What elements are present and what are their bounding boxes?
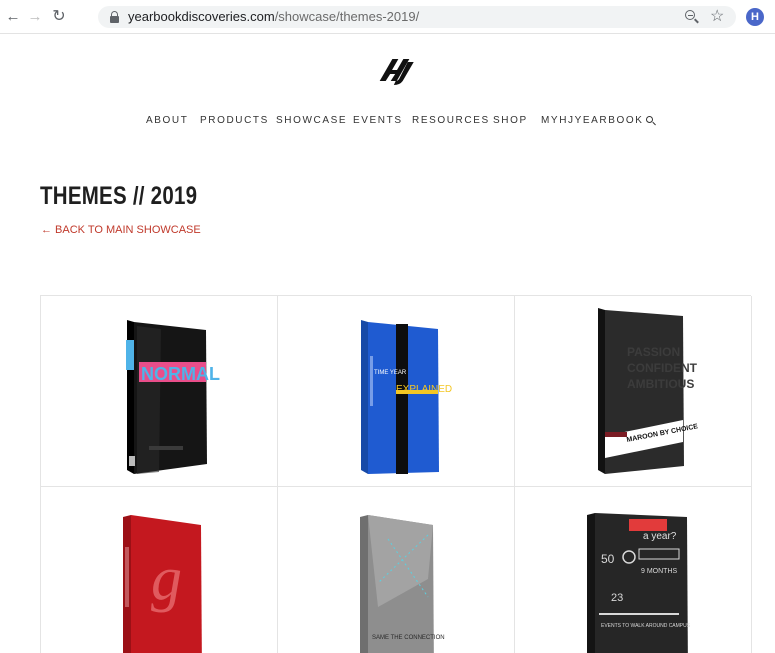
svg-text:50: 50 [601, 552, 615, 566]
svg-text:PASSION: PASSION [627, 345, 680, 359]
yearbook-grid: NORMAL TIME YEAR EXPLAINED PASSION CONFI… [40, 295, 752, 653]
yearbook-cover-maroon: PASSION CONFIDENT AMBITIOUS MAROON BY CH… [598, 308, 699, 474]
back-to-showcase-link[interactable]: ← BACK TO MAIN SHOWCASE [41, 223, 201, 237]
yearbook-cover-red: g [123, 515, 202, 653]
svg-text:9 MONTHS: 9 MONTHS [641, 568, 678, 575]
lock-icon [110, 11, 119, 23]
yearbook-cover-normal: NORMAL [126, 320, 220, 474]
nav-shop[interactable]: SHOP [493, 114, 528, 128]
yearbook-card-1[interactable]: NORMAL [41, 296, 278, 487]
yearbook-cover-grey: SAME THE CONNECTION [360, 515, 445, 653]
zoom-out-icon[interactable] [684, 9, 700, 25]
nav-showcase[interactable]: SHOWCASE [276, 114, 347, 128]
back-arrow-icon[interactable]: ← [4, 8, 22, 26]
cover-title-text: SAME THE CONNECTION [372, 635, 445, 641]
nav-myhjyearbook[interactable]: MYHJYEARBOOK [541, 114, 644, 128]
nav-events[interactable]: EVENTS [353, 114, 403, 128]
bookmark-star-icon[interactable]: ☆ [710, 7, 724, 27]
nav-resources[interactable]: RESOURCES [412, 114, 490, 128]
cover-title-text: a year? [643, 531, 677, 542]
yearbook-cover-infographic: a year? 50 9 MONTHS 23 EVENTS TO WALK AR… [587, 513, 691, 653]
yearbook-card-2[interactable]: TIME YEAR EXPLAINED [278, 296, 515, 487]
profile-avatar[interactable]: H [746, 8, 764, 26]
site-logo[interactable] [378, 56, 414, 86]
main-navigation: ABOUT PRODUCTS SHOWCASE EVENTS RESOURCES… [0, 114, 775, 128]
nav-products[interactable]: PRODUCTS [200, 114, 269, 128]
cover-title-text: g [151, 545, 182, 613]
url-text: yearbookdiscoveries.com/showcase/themes-… [128, 9, 420, 24]
yearbook-card-5[interactable]: SAME THE CONNECTION [278, 487, 515, 653]
yearbook-card-6[interactable]: a year? 50 9 MONTHS 23 EVENTS TO WALK AR… [515, 487, 752, 653]
cover-title-text: NORMAL [141, 364, 220, 384]
cover-title-text: EXPLAINED [396, 384, 452, 395]
forward-arrow-icon[interactable]: → [26, 8, 44, 26]
reload-icon[interactable]: ↻ [50, 8, 68, 26]
nav-about[interactable]: ABOUT [146, 114, 188, 128]
svg-text:23: 23 [611, 592, 623, 604]
yearbook-cover-explained: TIME YEAR EXPLAINED [361, 320, 452, 474]
address-bar[interactable]: yearbookdiscoveries.com/showcase/themes-… [98, 6, 736, 28]
svg-text:CONFIDENT: CONFIDENT [627, 361, 698, 375]
search-icon[interactable] [646, 116, 656, 126]
logo-mark-icon [379, 59, 414, 85]
cover-subtitle-text: TIME YEAR [374, 370, 407, 376]
browser-toolbar: ← → ↻ yearbookdiscoveries.com/showcase/t… [0, 0, 775, 34]
svg-text:AMBITIOUS: AMBITIOUS [627, 377, 694, 391]
page-title: THEMES // 2019 [40, 182, 198, 210]
svg-text:EVENTS TO WALK AROUND CAMPUS: EVENTS TO WALK AROUND CAMPUS [601, 623, 691, 629]
yearbook-card-3[interactable]: PASSION CONFIDENT AMBITIOUS MAROON BY CH… [515, 296, 752, 487]
yearbook-card-4[interactable]: g [41, 487, 278, 653]
